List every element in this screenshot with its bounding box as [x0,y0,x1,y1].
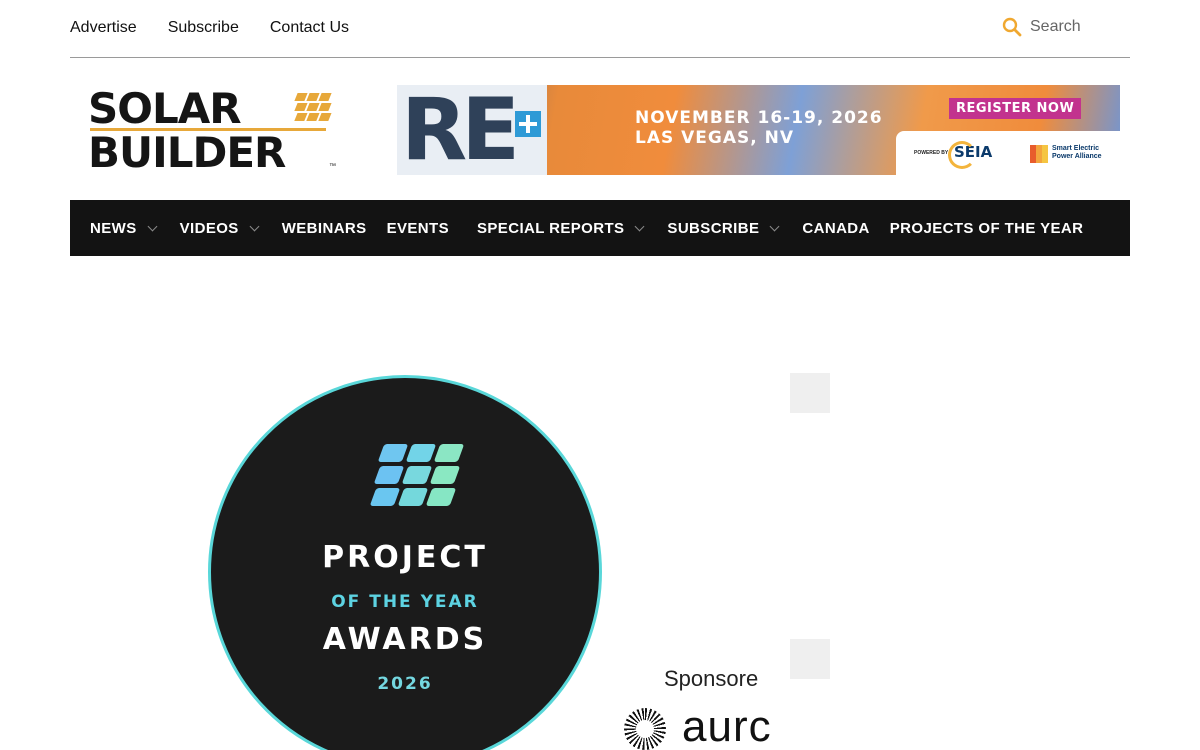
nav-label: CANADA [802,219,870,237]
event-info: NOVEMBER 16-19, 2026 LAS VEGAS, NV [635,108,883,148]
aurora-burst-icon [624,708,666,750]
sepa-logo-icon [1030,145,1048,163]
trademark-mark: ™ [329,163,336,170]
main-nav: NEWS VIDEOS WEBINARS EVENTS SPECIAL REPO… [70,200,1130,256]
nav-item-videos[interactable]: VIDEOS [179,219,260,237]
nav-label: PROJECTS OF THE YEAR [889,219,1084,237]
nav-label: WEBINARS [281,219,367,237]
nav-label: EVENTS [386,219,449,237]
nav-label: SUBSCRIBE [667,219,760,237]
chevron-down-icon[interactable] [769,221,780,231]
nav-item-webinars[interactable]: WEBINARS [282,220,367,237]
nav-item-news[interactable]: NEWS [90,219,158,237]
award-year: 2026 [377,674,433,694]
search-box[interactable] [1002,17,1082,37]
solar-panel-icon [370,444,464,506]
utility-links: Advertise Subscribe Contact Us [70,19,349,37]
powered-by-panel: POWERED BY SEIA Smart Electric Power All… [896,131,1120,175]
logo-word-builder: BUILDER [88,128,286,177]
re-logo: RE [397,85,547,175]
seia-logo: SEIA [947,141,993,169]
logo-word-solar: SOLAR [88,84,242,133]
nav-item-projects-of-the-year[interactable]: PROJECTS OF THE YEAR [890,220,1084,237]
nav-label: NEWS [90,219,137,237]
event-location: LAS VEGAS, NV [635,128,795,148]
nav-item-special-reports[interactable]: SPECIAL REPORTS [477,219,645,237]
sponsor-label: Sponsore [664,666,759,691]
nav-item-subscribe[interactable]: SUBSCRIBE [667,219,780,237]
sponsor-brand: aurc [682,702,770,750]
event-banner-ad[interactable]: RE NOVEMBER 16-19, 2026 LAS VEGAS, NV RE… [397,85,1120,175]
award-subtitle: OF THE YEAR [331,592,479,612]
solar-panel-icon [294,93,332,121]
nav-label: SPECIAL REPORTS [477,219,625,237]
sponsor-block[interactable]: Sponsore aurc [620,662,770,750]
sepa-logo-text: Smart Electric Power Alliance [1052,145,1102,160]
site-logo[interactable]: SOLAR BUILDER ™ [88,84,338,177]
re-logo-text: RE [401,85,520,175]
chevron-down-icon[interactable] [634,221,645,231]
subscribe-link[interactable]: Subscribe [168,19,239,37]
image-placeholder [790,639,830,679]
search-input[interactable] [1030,18,1082,36]
chevron-down-icon[interactable] [147,221,158,231]
advertise-link[interactable]: Advertise [70,19,137,37]
chevron-down-icon[interactable] [249,221,260,231]
award-title-project: PROJECT [322,540,488,575]
image-placeholder [790,373,830,413]
nav-label: VIDEOS [179,219,239,237]
event-dates: NOVEMBER 16-19, 2026 [635,108,883,128]
plus-icon [515,111,541,137]
powered-by-label: POWERED BY [914,150,949,156]
project-of-the-year-awards-graphic[interactable]: PROJECT OF THE YEAR AWARDS 2026 [208,375,602,750]
utility-bar: Advertise Subscribe Contact Us [70,0,1130,58]
nav-item-events[interactable]: EVENTS [387,220,449,237]
contact-us-link[interactable]: Contact Us [270,19,349,37]
award-title-awards: AWARDS [322,622,488,657]
search-icon[interactable] [1002,17,1022,37]
register-now-button[interactable]: REGISTER NOW [949,98,1082,119]
nav-item-canada[interactable]: CANADA [802,220,869,237]
